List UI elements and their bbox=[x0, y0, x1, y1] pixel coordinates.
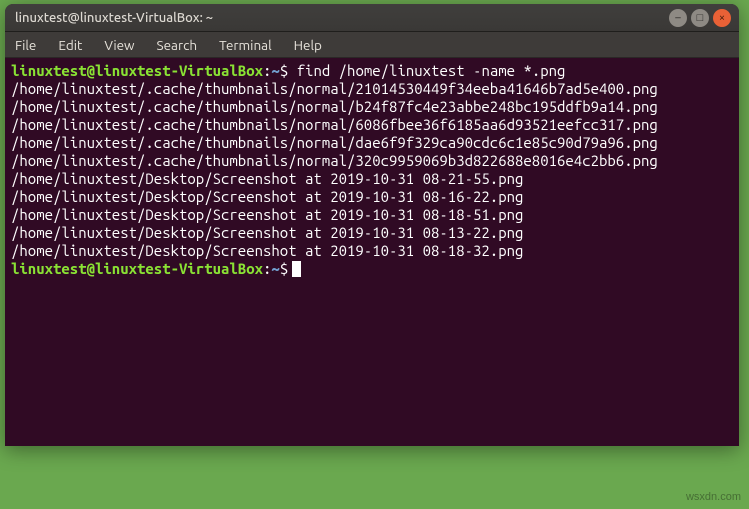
prompt-user-host: linuxtest@linuxtest-VirtualBox bbox=[11, 260, 263, 277]
output-line: /home/linuxtest/.cache/thumbnails/normal… bbox=[11, 98, 733, 116]
prompt-line: linuxtest@linuxtest-VirtualBox:~$ bbox=[11, 260, 733, 278]
cursor-icon bbox=[292, 261, 301, 277]
output-line: /home/linuxtest/.cache/thumbnails/normal… bbox=[11, 80, 733, 98]
terminal-window: linuxtest@linuxtest-VirtualBox: ~ – □ × … bbox=[5, 4, 739, 446]
menu-edit[interactable]: Edit bbox=[58, 37, 82, 53]
output-line: /home/linuxtest/Desktop/Screenshot at 20… bbox=[11, 242, 733, 260]
command-line: linuxtest@linuxtest-VirtualBox:~$ find /… bbox=[11, 62, 733, 80]
window-title: linuxtest@linuxtest-VirtualBox: ~ bbox=[13, 11, 665, 25]
minimize-icon: – bbox=[675, 12, 680, 24]
watermark: wsxdn.com bbox=[686, 491, 741, 503]
menu-help[interactable]: Help bbox=[294, 37, 322, 53]
menu-search[interactable]: Search bbox=[157, 37, 198, 53]
maximize-icon: □ bbox=[697, 12, 704, 24]
prompt-dollar: $ bbox=[280, 62, 288, 79]
terminal-content[interactable]: linuxtest@linuxtest-VirtualBox:~$ find /… bbox=[5, 58, 739, 446]
command-text: find /home/linuxtest -name *.png bbox=[297, 62, 566, 79]
output-line: /home/linuxtest/.cache/thumbnails/normal… bbox=[11, 152, 733, 170]
menu-terminal[interactable]: Terminal bbox=[219, 37, 272, 53]
menu-file[interactable]: File bbox=[15, 37, 36, 53]
output-line: /home/linuxtest/Desktop/Screenshot at 20… bbox=[11, 188, 733, 206]
output-line: /home/linuxtest/.cache/thumbnails/normal… bbox=[11, 134, 733, 152]
minimize-button[interactable]: – bbox=[669, 9, 687, 27]
prompt-cwd: ~ bbox=[271, 62, 279, 79]
prompt-user-host: linuxtest@linuxtest-VirtualBox bbox=[11, 62, 263, 79]
prompt-dollar: $ bbox=[280, 260, 288, 277]
output-line: /home/linuxtest/.cache/thumbnails/normal… bbox=[11, 116, 733, 134]
maximize-button[interactable]: □ bbox=[691, 9, 709, 27]
close-icon: × bbox=[719, 12, 725, 24]
menubar: File Edit View Search Terminal Help bbox=[5, 32, 739, 58]
close-button[interactable]: × bbox=[713, 9, 731, 27]
output-line: /home/linuxtest/Desktop/Screenshot at 20… bbox=[11, 206, 733, 224]
output-line: /home/linuxtest/Desktop/Screenshot at 20… bbox=[11, 224, 733, 242]
menu-view[interactable]: View bbox=[104, 37, 134, 53]
output-line: /home/linuxtest/Desktop/Screenshot at 20… bbox=[11, 170, 733, 188]
prompt-cwd: ~ bbox=[271, 260, 279, 277]
titlebar[interactable]: linuxtest@linuxtest-VirtualBox: ~ – □ × bbox=[5, 4, 739, 32]
